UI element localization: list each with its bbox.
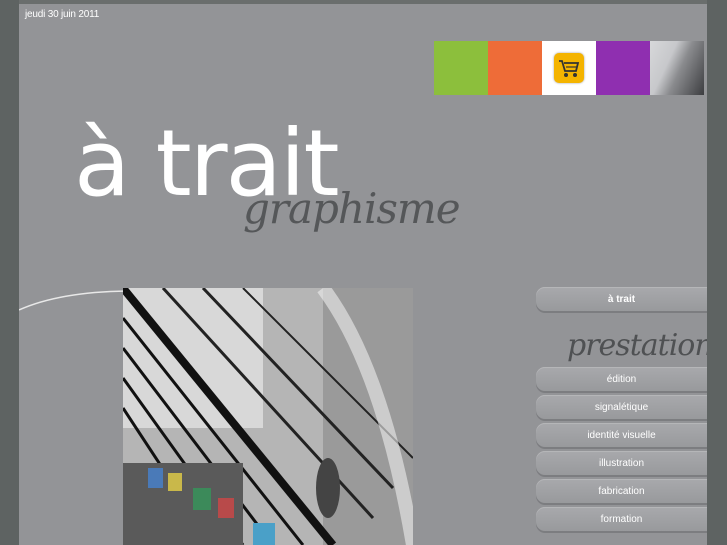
shopping-cart-icon <box>554 53 584 83</box>
page-container: jeudi 30 juin 2011 à trait graphisme à t… <box>19 0 707 545</box>
prestations-title: prestations <box>567 328 707 363</box>
header-swatches <box>434 41 704 95</box>
nav-item-fabrication[interactable]: fabrication <box>536 479 707 505</box>
main-photo-staircase <box>123 288 413 545</box>
logo-subtitle: graphisme <box>243 184 461 233</box>
nav-item-identite-visuelle[interactable]: identité visuelle <box>536 423 707 449</box>
nav-item-illustration[interactable]: illustration <box>536 451 707 477</box>
nav-item-formation[interactable]: formation <box>536 507 707 533</box>
nav-item-edition[interactable]: édition <box>536 367 707 393</box>
nav-home-button[interactable]: à trait <box>536 287 707 313</box>
orange-swatch <box>488 41 542 95</box>
green-swatch <box>434 41 488 95</box>
cart-button[interactable] <box>542 41 596 95</box>
prestations-menu: édition signalétique identité visuelle i… <box>536 367 707 535</box>
nav-home: à trait <box>536 287 707 313</box>
top-bar <box>19 0 707 4</box>
purple-swatch <box>596 41 650 95</box>
nav-item-signaletique[interactable]: signalétique <box>536 395 707 421</box>
header-photo-thumbnail <box>650 41 704 95</box>
current-date: jeudi 30 juin 2011 <box>25 9 100 20</box>
decorative-swoosh <box>19 290 128 311</box>
